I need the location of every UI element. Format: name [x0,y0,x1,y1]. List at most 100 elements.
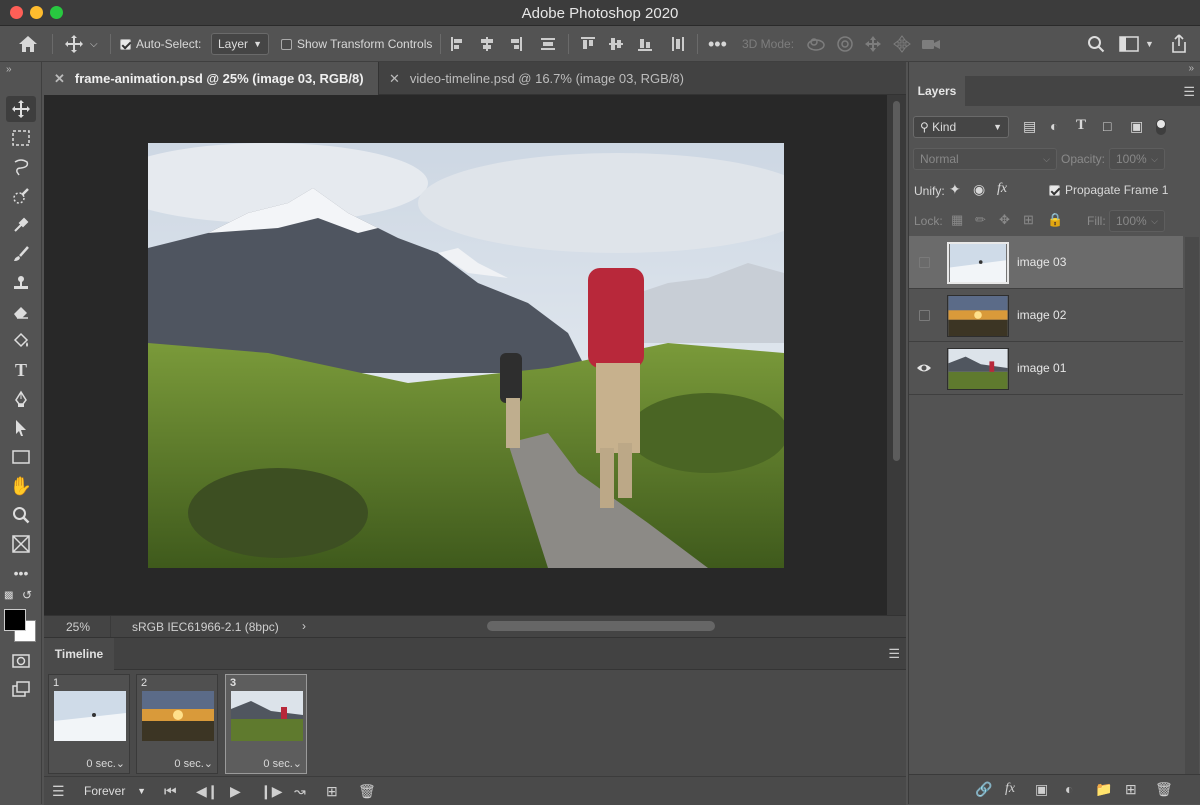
layer-row-image-01[interactable]: image 01 [909,342,1183,395]
tab-timeline[interactable]: Timeline [44,638,114,670]
zoom-tool-icon[interactable] [6,502,36,528]
layer-name[interactable]: image 01 [1017,361,1066,375]
close-tab-icon[interactable]: ✕ [389,71,400,87]
hand-tool-icon[interactable]: ✋ [6,473,36,499]
3d-orbit-icon[interactable] [806,26,826,62]
link-layers-icon[interactable]: 🔗 [975,781,992,798]
add-mask-icon[interactable]: ▣ [1035,781,1048,798]
new-layer-icon[interactable]: ⊞ [1125,781,1137,798]
quick-selection-tool-icon[interactable] [6,183,36,209]
zoom-level[interactable]: 25% [66,620,90,634]
timeline-frame-3[interactable]: 3 0 sec.⌄ [225,674,307,774]
share-icon[interactable] [1170,26,1188,62]
close-tab-icon[interactable]: ✕ [54,71,65,87]
propagate-frame-checkbox[interactable]: Propagate Frame 1 [1049,183,1168,197]
frame-delay[interactable]: 0 sec.⌄ [263,757,302,770]
panel-menu-icon[interactable]: ☰ [888,646,900,662]
delete-frame-icon[interactable]: 🗑 [358,783,376,800]
type-tool-icon[interactable]: T [6,357,36,383]
layer-row-image-02[interactable]: image 02 [909,289,1183,342]
frame-tool-icon[interactable] [6,531,36,557]
show-transform-controls-checkbox[interactable]: Show Transform Controls [281,26,432,62]
scroll-thumb[interactable] [893,101,900,461]
home-icon[interactable] [18,26,38,62]
paint-bucket-tool-icon[interactable] [6,328,36,354]
vertical-scrollbar[interactable] [887,95,906,615]
play-icon[interactable]: ▶ [230,783,241,800]
layer-style-icon[interactable]: fx [1005,781,1015,797]
lock-transparent-icon[interactable]: ▦ [951,212,963,228]
unify-style-icon[interactable]: fx [997,181,1007,197]
tab-video-timeline[interactable]: ✕ video-timeline.psd @ 16.7% (image 03, … [378,62,708,95]
unify-position-icon[interactable]: ✦ [949,181,961,198]
align-horizontal-center-icon[interactable] [479,26,495,62]
path-selection-tool-icon[interactable] [6,415,36,441]
stamp-tool-icon[interactable] [6,270,36,296]
more-options-icon[interactable]: ••• [708,26,727,62]
filter-toggle[interactable] [1156,119,1166,135]
first-frame-icon[interactable]: ⏮ [164,783,177,800]
lock-position-icon[interactable]: ✥ [999,212,1010,228]
layer-name[interactable]: image 02 [1017,308,1066,322]
duplicate-frame-icon[interactable]: ⊞ [326,783,338,800]
marquee-tool-icon[interactable] [6,125,36,151]
fill-input[interactable]: 100% ⌵ [1109,210,1165,232]
blend-mode-dropdown[interactable]: Normal ⌵ [913,148,1057,170]
loop-options-dropdown[interactable]: Forever ▼ [78,780,152,802]
unify-visibility-icon[interactable]: ◉ [973,181,985,198]
next-frame-icon[interactable]: ❙▶ [260,783,283,800]
opacity-input[interactable]: 100% ⌵ [1109,148,1165,170]
filter-shape-icon[interactable]: □ [1103,118,1111,134]
collapse-panel-icon[interactable]: » [6,64,12,75]
frame-delay[interactable]: 0 sec.⌄ [86,757,125,770]
3d-scale-camera-icon[interactable] [921,26,941,62]
distribute-vertical-icon[interactable] [670,26,686,62]
brush-tool-icon[interactable] [6,241,36,267]
3d-pan-icon[interactable] [864,26,882,62]
timeline-frame-1[interactable]: 1 0 sec.⌄ [48,674,130,774]
horizontal-scroll-thumb[interactable] [487,621,715,631]
edit-toolbar-icon[interactable]: ••• [6,560,36,586]
panel-menu-icon[interactable]: ☰ [1183,84,1195,100]
3d-slide-icon[interactable] [893,26,911,62]
group-folder-icon[interactable]: 📁 [1095,781,1112,798]
search-icon[interactable] [1087,26,1105,62]
tab-frame-animation[interactable]: ✕ frame-animation.psd @ 25% (image 03, R… [44,62,378,95]
filter-type-icon[interactable]: T [1076,117,1086,134]
default-colors-icon[interactable]: ▩ [4,590,13,601]
lasso-tool-icon[interactable] [6,154,36,180]
lock-all-icon[interactable]: 🔒 [1047,212,1063,228]
3d-roll-icon[interactable] [836,26,854,62]
layers-scrollbar[interactable] [1185,237,1199,787]
timeline-frame-2[interactable]: 2 0 sec.⌄ [136,674,218,774]
eye-icon[interactable] [915,360,933,376]
previous-frame-icon[interactable]: ◀❙ [196,783,219,800]
eyedropper-tool-icon[interactable] [6,212,36,238]
layer-row-image-03[interactable]: image 03 [909,236,1183,289]
canvas-area[interactable] [44,95,887,615]
filter-adjustment-icon[interactable]: ◐ [1050,118,1058,134]
filter-smart-object-icon[interactable]: ▣ [1130,118,1143,135]
filter-kind-dropdown[interactable]: ⚲ Kind ▼ [913,116,1009,138]
rectangle-tool-icon[interactable] [6,444,36,470]
layer-name[interactable]: image 03 [1017,255,1066,269]
align-bottom-icon[interactable] [637,26,653,62]
distribute-icon[interactable] [540,26,556,62]
lock-artboard-icon[interactable]: ⊞ [1023,212,1034,228]
lock-pixels-icon[interactable]: ✏ [975,212,986,228]
align-right-icon[interactable] [507,26,523,62]
collapse-panel-icon[interactable]: » [1188,63,1194,74]
convert-to-video-timeline-icon[interactable]: ☰ [52,783,65,800]
visibility-toggle[interactable] [915,307,933,323]
move-tool-preset-icon[interactable]: ⌵ [64,26,98,62]
filter-pixel-icon[interactable]: ▤ [1023,118,1036,135]
quick-mask-icon[interactable] [6,648,36,674]
adjustment-layer-icon[interactable]: ◐ [1065,781,1073,797]
foreground-color-swatch[interactable] [4,609,26,631]
visibility-toggle[interactable] [915,254,933,270]
align-top-icon[interactable] [580,26,596,62]
align-vertical-center-icon[interactable] [608,26,624,62]
auto-select-checkbox[interactable]: Auto-Select: [120,26,201,62]
move-tool-icon[interactable] [6,96,36,122]
frame-delay[interactable]: 0 sec.⌄ [174,757,213,770]
